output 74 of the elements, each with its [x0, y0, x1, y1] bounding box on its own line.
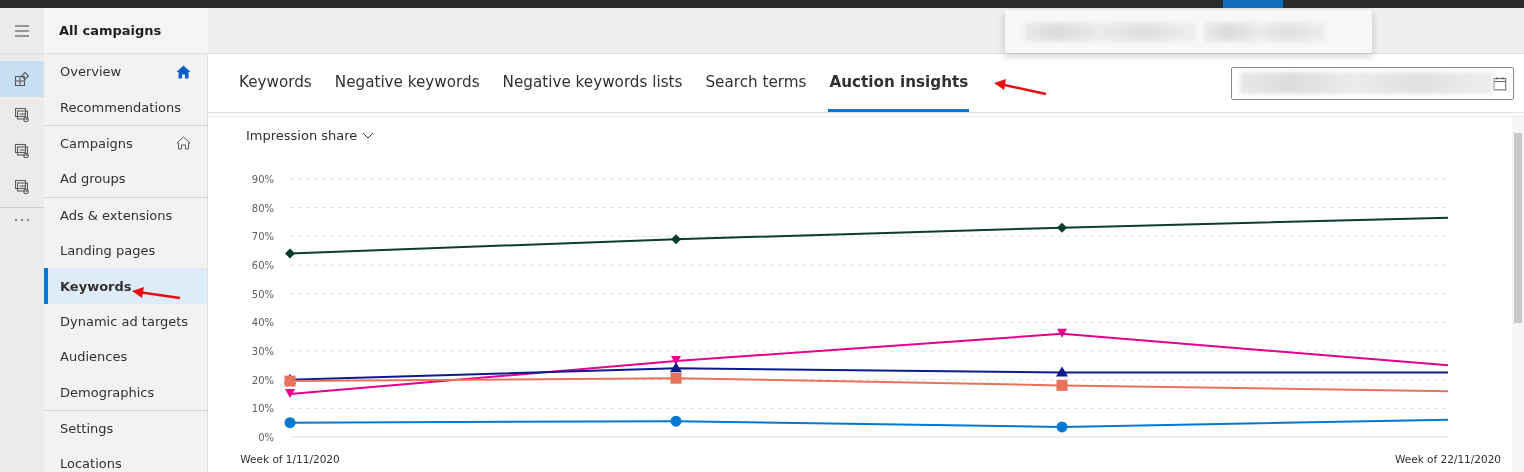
square-marker: [670, 372, 682, 384]
menu-icon: [14, 24, 30, 37]
triangle-marker: [285, 389, 295, 398]
nav-item-label: Landing pages: [60, 243, 156, 259]
chevron-down-icon: [362, 132, 375, 139]
home-icon: [176, 136, 191, 151]
triangle-marker: [1057, 328, 1067, 338]
y-tick-label: 60%: [251, 260, 274, 271]
tab[interactable]: Search terms: [704, 54, 808, 112]
top-bar-accent: [1223, 0, 1283, 8]
triangle-marker: [1056, 366, 1068, 377]
date-range-field[interactable]: [1231, 66, 1514, 100]
circle-marker: [284, 417, 296, 429]
y-tick-label: 40%: [251, 317, 274, 329]
diamond-marker: [671, 234, 681, 245]
page-title: All campaigns: [44, 8, 208, 53]
y-tick-label: 50%: [251, 288, 274, 300]
nav-item-label: Demographics: [60, 384, 155, 400]
y-tick-label: 0%: [258, 432, 274, 443]
scrollbar[interactable]: [1512, 117, 1524, 472]
nav-item[interactable]: Demographics: [44, 374, 207, 410]
nav-item[interactable]: Ad groups: [44, 161, 207, 197]
x-tick-label: Week of 22/11/2020: [1394, 453, 1502, 465]
scrollbar-thumb[interactable]: [1514, 133, 1522, 323]
panel-icon: [14, 71, 30, 87]
circle-marker: [1056, 421, 1068, 433]
nav-item[interactable]: Recommendations: [44, 89, 207, 125]
nav-item-label: Ads & extensions: [60, 207, 173, 223]
tab[interactable]: Negative keywords lists: [501, 54, 684, 112]
panel-icon: [14, 179, 30, 195]
square-marker: [284, 375, 296, 387]
triangle-marker: [670, 362, 682, 373]
y-tick-label: 70%: [251, 231, 274, 243]
menu-button[interactable]: [0, 8, 44, 53]
home-icon: [176, 64, 191, 79]
metric-dropdown[interactable]: Impression share: [246, 128, 375, 143]
calendar-icon: [1493, 75, 1507, 91]
arrow-annotation: [992, 78, 1048, 98]
nav-item[interactable]: Campaigns: [44, 125, 207, 162]
nav-item-label: Dynamic ad targets: [60, 313, 189, 329]
nav-item-label: Overview: [60, 64, 122, 80]
nav-item[interactable]: Landing pages: [44, 232, 207, 269]
y-tick-label: 10%: [251, 403, 274, 415]
nav-item-label: Audiences: [60, 349, 128, 365]
nav-item-label: Recommendations: [60, 99, 181, 115]
y-tick-label: 80%: [251, 202, 274, 214]
tab[interactable]: Auction insights: [828, 54, 970, 112]
nav-item[interactable]: Overview: [44, 54, 207, 90]
circle-marker: [670, 415, 682, 427]
rail-button[interactable]: [0, 61, 44, 97]
nav-item[interactable]: Ads & extensions: [44, 197, 207, 233]
square-marker: [1056, 379, 1068, 391]
y-tick-label: 30%: [251, 346, 274, 357]
diamond-marker: [1057, 222, 1067, 233]
tab[interactable]: Keywords: [238, 54, 313, 112]
y-tick-label: 90%: [251, 174, 274, 185]
nav-item[interactable]: Keywords: [44, 268, 207, 304]
nav-item[interactable]: Locations: [44, 446, 207, 472]
nav-item[interactable]: Audiences: [44, 339, 207, 375]
more-icon[interactable]: [14, 217, 30, 222]
tab[interactable]: Negative keywords: [333, 54, 481, 112]
triangle-marker: [671, 356, 681, 366]
diamond-marker: [285, 248, 295, 259]
nav-item-label: Ad groups: [60, 171, 126, 187]
nav-item-label: Campaigns: [60, 135, 133, 151]
panel-icon: [14, 143, 30, 159]
nav-item[interactable]: Dynamic ad targets: [44, 303, 207, 340]
nav-item[interactable]: Settings: [44, 410, 207, 447]
x-tick-label: Week of 1/11/2020: [240, 453, 340, 465]
panel-icon: [14, 107, 30, 123]
nav-item-label: Locations: [60, 456, 122, 472]
nav-item-label: Settings: [60, 421, 114, 437]
y-tick-label: 20%: [251, 374, 274, 386]
nav-item-label: Keywords: [60, 278, 132, 294]
